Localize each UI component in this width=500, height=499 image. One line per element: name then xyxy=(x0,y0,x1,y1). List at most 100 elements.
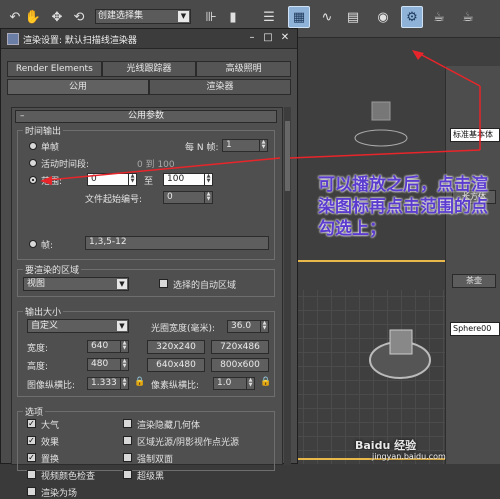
preset-720x486-button[interactable]: 720x486 xyxy=(211,340,269,354)
width-label: 宽度: xyxy=(27,344,49,354)
render-to-fields-checkbox[interactable] xyxy=(27,487,36,496)
options-label: 选项 xyxy=(23,405,46,418)
range-to-value: 100 xyxy=(167,174,185,184)
render-setup-icon[interactable]: ⚙ xyxy=(401,6,423,28)
close-icon[interactable]: ✕ xyxy=(278,32,292,45)
spinner-arrows-icon: ▲ ▼ xyxy=(120,341,128,352)
range-radio[interactable] xyxy=(29,176,37,184)
video-color-check-checkbox[interactable] xyxy=(27,470,36,479)
force-two-sided-label: 强制双面 xyxy=(137,455,174,465)
area-dropdown-value: 视图 xyxy=(27,279,46,289)
maximize-icon[interactable]: □ xyxy=(261,32,275,45)
auto-region-label: 选择的自动区域 xyxy=(173,281,237,291)
lock-icon[interactable]: 🔒 xyxy=(260,377,271,388)
displacement-checkbox[interactable]: ✓ xyxy=(27,453,36,462)
tab-advanced-lighting[interactable]: 高级照明 xyxy=(196,61,292,77)
render-production-icon[interactable]: ☕ xyxy=(457,6,479,28)
every-n-label: 每 N 帧: xyxy=(185,143,219,153)
spinner-arrows-icon: ▲ ▼ xyxy=(128,174,136,185)
active-segment-radio[interactable] xyxy=(29,159,37,167)
chevron-down-icon: ▼ xyxy=(117,279,127,289)
height-spinner[interactable]: 480 ▲ ▼ xyxy=(87,358,129,371)
align-icon[interactable]: ▮ xyxy=(222,6,244,28)
width-value: 640 xyxy=(91,341,109,351)
select-hand-icon[interactable]: ✋ xyxy=(22,6,44,28)
mirror-icon[interactable]: ⊪ xyxy=(200,6,222,28)
range-from-spinner[interactable]: 0 ▲ ▼ xyxy=(87,173,137,186)
frames-label: 帧: xyxy=(41,241,54,251)
watermark-brand: Baidu 经验 xyxy=(355,439,417,452)
super-black-checkbox[interactable] xyxy=(123,470,132,479)
layer-icon[interactable]: ☰ xyxy=(258,6,280,28)
material-editor-icon[interactable]: ◉ xyxy=(372,6,394,28)
active-segment-label: 活动时间段: xyxy=(41,160,90,170)
aperture-spinner[interactable]: 36.0 ▲ ▼ xyxy=(227,320,269,333)
aperture-label: 光圈宽度(毫米): xyxy=(151,324,216,334)
annotation-text: 可以播放之后，点击渲染图标再点击范围的点勾选上； xyxy=(318,175,488,239)
displacement-label: 置换 xyxy=(41,455,60,465)
move-icon[interactable]: ✥ xyxy=(46,6,68,28)
single-frame-radio[interactable] xyxy=(29,142,37,150)
range-from-value: 0 xyxy=(91,174,97,184)
selection-set-dropdown[interactable]: 创建选择集 ▼ xyxy=(95,9,191,24)
atmosphere-checkbox[interactable]: ✓ xyxy=(27,419,36,428)
width-spinner[interactable]: 640 ▲ ▼ xyxy=(87,340,129,353)
selection-set-value: 创建选择集 xyxy=(98,11,144,21)
height-label: 高度: xyxy=(27,362,49,372)
tab-raytracer[interactable]: 光线跟踪器 xyxy=(101,61,197,77)
output-size-label: 输出大小 xyxy=(23,305,64,318)
image-aspect-spinner[interactable]: 1.333 ▲ ▼ xyxy=(87,377,129,390)
area-lights-checkbox[interactable] xyxy=(123,436,132,445)
render-hidden-label: 渲染隐藏几何体 xyxy=(137,421,201,431)
file-number-base-spinner[interactable]: 0 ▲ ▼ xyxy=(163,191,213,204)
render-hidden-checkbox[interactable] xyxy=(123,419,132,428)
chevron-down-icon: ▼ xyxy=(178,11,189,22)
preset-320x240-button[interactable]: 320x240 xyxy=(147,340,205,354)
pixel-aspect-value: 1.0 xyxy=(217,378,232,388)
object-name-field[interactable]: Sphere00 xyxy=(450,322,500,336)
rotate-icon[interactable]: ⟲ xyxy=(68,6,90,28)
category-dropdown[interactable]: 标准基本体 xyxy=(450,128,500,142)
rollout-title: 公用参数 xyxy=(127,111,164,121)
frames-field[interactable]: 1,3,5-12 xyxy=(85,236,269,250)
curve-editor-icon[interactable]: ∿ xyxy=(316,6,338,28)
output-preset-value: 自定义 xyxy=(31,321,59,331)
preset-640x480-button[interactable]: 640x480 xyxy=(147,358,205,372)
minimize-icon[interactable]: – xyxy=(245,32,259,45)
spinner-arrows-icon: ▲ ▼ xyxy=(246,378,254,389)
file-number-base-label: 文件起始编号: xyxy=(85,195,143,205)
pixel-aspect-spinner[interactable]: 1.0 ▲ ▼ xyxy=(213,377,255,390)
dialog-titlebar[interactable]: 渲染设置: 默认扫描线渲染器 – □ ✕ xyxy=(1,29,297,49)
preset-800x600-button[interactable]: 800x600 xyxy=(211,358,269,372)
every-n-spinner[interactable]: 1 ▲ ▼ xyxy=(222,139,268,152)
force-two-sided-checkbox[interactable] xyxy=(123,453,132,462)
sphere-object xyxy=(369,329,431,379)
dialog-title: 渲染设置: 默认扫描线渲染器 xyxy=(23,36,137,46)
teapot-object xyxy=(354,101,408,147)
effects-checkbox[interactable]: ✓ xyxy=(27,436,36,445)
tab-common[interactable]: 公用 xyxy=(7,79,149,95)
range-to-spinner[interactable]: 100 ▲ ▼ xyxy=(163,173,213,186)
tab-render-elements[interactable]: Render Elements xyxy=(7,61,102,77)
super-black-label: 超级黑 xyxy=(137,472,165,482)
teapot-button[interactable]: 茶壶 xyxy=(452,274,496,288)
command-panel: 长方体 茶壶 标准基本体 Sphere00 xyxy=(445,66,500,464)
rollout-common-parameters[interactable]: – 公用参数 xyxy=(15,110,277,123)
rendered-frame-icon[interactable]: ☕ xyxy=(428,6,450,28)
schematic-icon[interactable]: ▤ xyxy=(342,6,364,28)
tab-row-1: Render Elements 光线跟踪器 高级照明 xyxy=(7,61,292,77)
scrollbar-thumb[interactable] xyxy=(285,121,290,191)
effects-label: 效果 xyxy=(41,438,60,448)
auto-region-checkbox[interactable] xyxy=(159,279,168,288)
tab-renderer[interactable]: 渲染器 xyxy=(149,79,291,95)
frames-radio[interactable] xyxy=(29,240,37,248)
watermark-url: jingyan.baidu.com xyxy=(372,452,446,461)
lock-icon[interactable]: 🔒 xyxy=(134,377,145,388)
scene-explorer-icon[interactable]: ▦ xyxy=(288,6,310,28)
area-dropdown[interactable]: 视图 ▼ xyxy=(23,277,129,291)
aperture-value: 36.0 xyxy=(231,321,252,331)
app-icon xyxy=(7,33,19,45)
render-area-label: 要渲染的区域 xyxy=(23,263,82,276)
video-color-check-label: 视频颜色检查 xyxy=(41,472,96,482)
output-preset-dropdown[interactable]: 自定义 ▼ xyxy=(27,319,129,333)
